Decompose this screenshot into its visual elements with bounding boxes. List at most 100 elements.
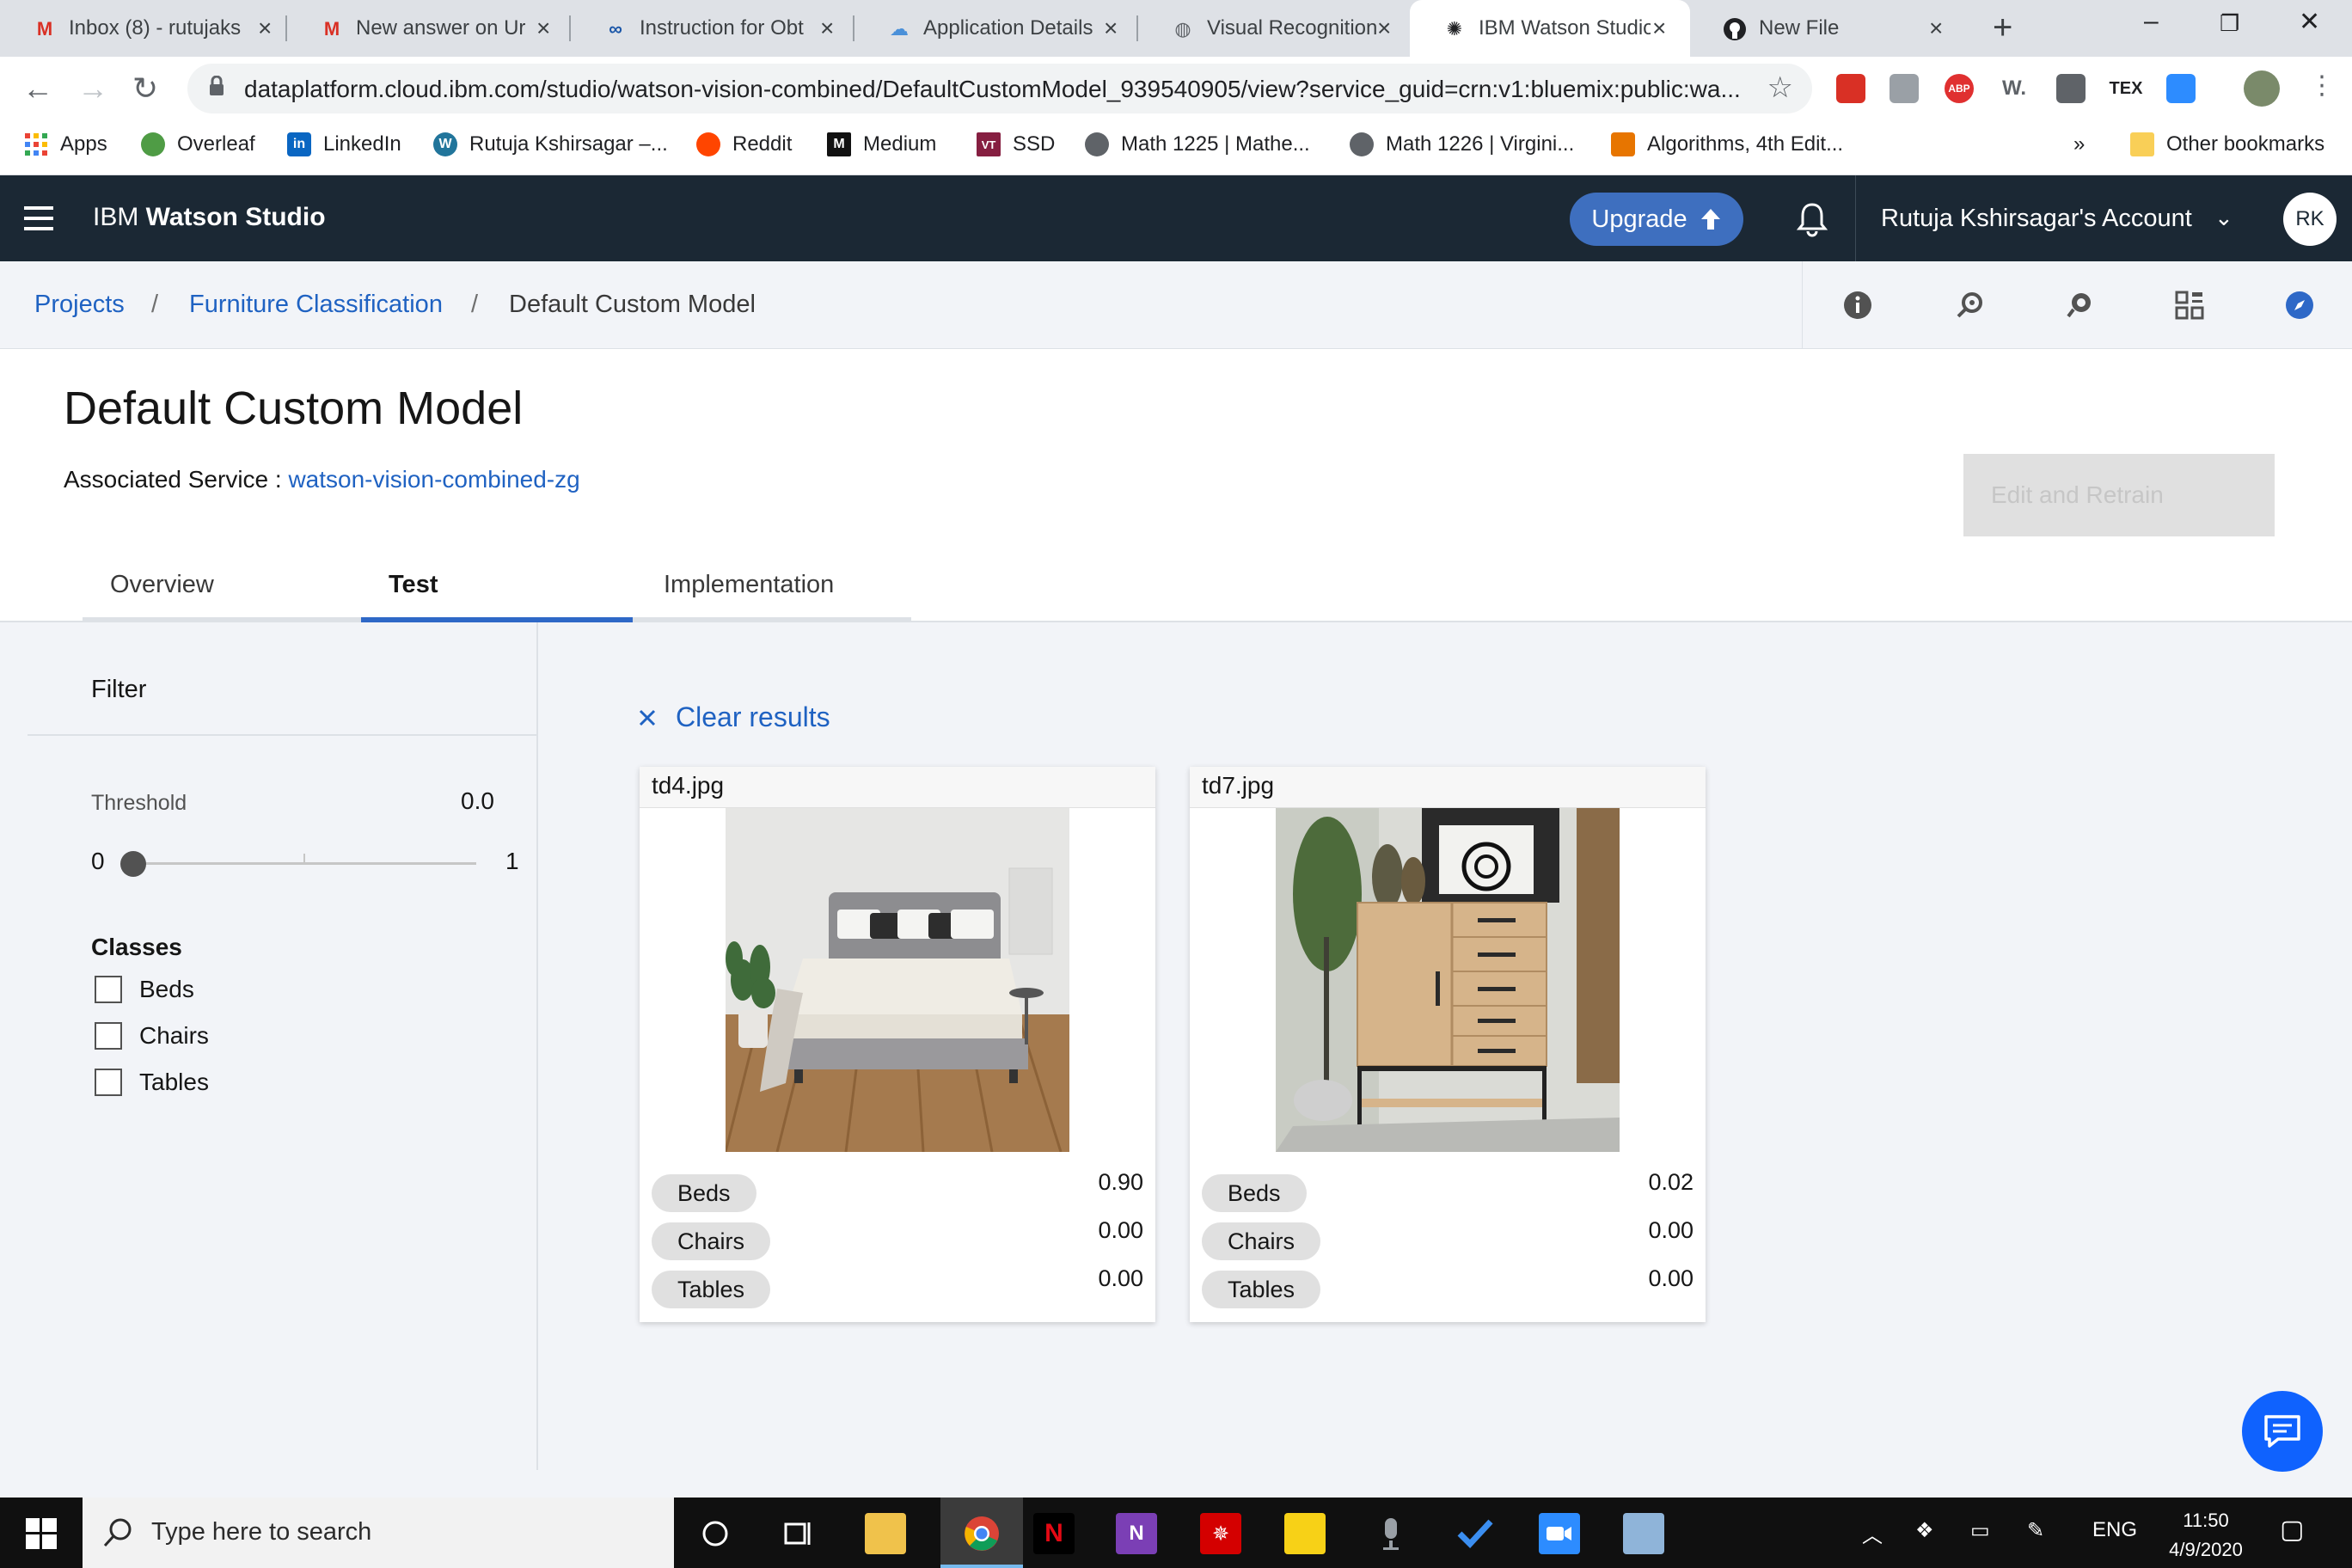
threshold-slider-track[interactable] [132,862,476,865]
wappalyzer-icon[interactable]: W. [2000,74,2029,103]
checkbox[interactable] [95,976,122,1003]
bookmark-label: Algorithms, 4th Edit... [1647,132,1844,156]
notifications-icon[interactable]: ▢ [2280,1515,2304,1545]
info-icon[interactable] [1841,289,1874,322]
checkbox[interactable] [95,1069,122,1096]
more-bookmarks-button[interactable]: » [2073,132,2085,156]
breadcrumb-projects[interactable]: Projects [34,291,125,319]
adblock-icon[interactable]: ABP [1945,74,1974,103]
close-window-icon[interactable]: ✕ [2299,7,2320,37]
checkbox[interactable] [95,1022,122,1050]
zoom-ext-icon[interactable] [2166,74,2196,103]
browser-tab-new-file[interactable]: New File × [1690,0,1969,57]
threshold-value[interactable]: 0.0 [461,787,494,815]
hamburger-menu-icon[interactable] [24,206,53,230]
chevron-down-icon[interactable]: ⌄ [2214,205,2233,231]
voice-recorder-icon[interactable] [1370,1513,1412,1554]
tab-overview[interactable]: Overview [83,547,361,622]
browser-tab-application-details[interactable]: ☁ Application Details × [854,0,1138,57]
close-tab-icon[interactable]: × [536,15,550,42]
chrome-icon[interactable] [961,1513,1002,1554]
class-filter-chairs[interactable]: Chairs [95,1021,209,1050]
associated-service-link[interactable]: watson-vision-combined-zg [288,466,579,493]
tab-test[interactable]: Test [361,547,633,622]
comments-icon[interactable] [2063,289,2096,322]
reload-icon[interactable]: ↻ [132,70,158,107]
browser-tab-visual-recognition[interactable]: ◍ Visual Recognition × [1138,0,1410,57]
result-card-td4: td4.jpg Beds 0.90 Chairs 0.00 Tables 0.0… [640,767,1155,1322]
class-filter-beds[interactable]: Beds [95,975,194,1004]
browser-tab-instruction[interactable]: ∞ Instruction for Obt × [571,0,854,57]
task-view-icon[interactable] [777,1513,818,1554]
account-switcher[interactable]: Rutuja Kshirsagar's Account [1881,205,2192,233]
edit-and-retrain-button[interactable]: Edit and Retrain [1963,454,2275,536]
close-tab-icon[interactable]: × [820,15,834,42]
system-clock[interactable]: 11:50 4/9/2020 [2146,1506,2266,1565]
bookmark-linkedin[interactable]: in LinkedIn [287,132,401,156]
file-explorer-icon[interactable] [865,1513,906,1554]
clear-results-button[interactable]: Clear results [638,701,830,733]
breadcrumb-furniture-classification[interactable]: Furniture Classification [189,291,443,319]
address-bar[interactable]: dataplatform.cloud.ibm.com/studio/watson… [187,64,1812,113]
close-tab-icon[interactable]: × [1652,15,1666,42]
show-hidden-icons-icon[interactable]: ︿ [1862,1518,1883,1548]
compass-icon[interactable] [2283,289,2316,322]
back-arrow-icon[interactable]: ← [22,70,53,107]
class-filter-tables[interactable]: Tables [95,1068,209,1097]
bookmark-star-icon[interactable]: ☆ [1767,70,1793,105]
bookmark-ssd[interactable]: VT SSD [977,132,1055,156]
apps-icon[interactable] [2173,289,2206,322]
profile-avatar-icon[interactable] [2244,70,2280,107]
princeton-icon [1611,132,1635,156]
windows-start-icon[interactable] [26,1518,57,1549]
pen-workspace-icon[interactable]: ✎ [2027,1518,2044,1543]
bookmark-ext-icon[interactable] [1836,74,1865,103]
terminal-ext-icon[interactable] [2056,74,2086,103]
extension-icon[interactable] [1890,74,1919,103]
zoom-icon[interactable] [1539,1513,1580,1554]
avatar[interactable]: RK [2283,193,2337,246]
upgrade-button[interactable]: Upgrade [1570,193,1743,246]
restore-window-icon[interactable]: ❐ [2220,10,2239,37]
tab-implementation[interactable]: Implementation [633,547,911,622]
history-icon[interactable] [1953,289,1986,322]
close-tab-icon[interactable]: × [1104,15,1118,42]
taskbar-search-box[interactable]: Type here to search [83,1498,674,1568]
browser-tab-new-answer[interactable]: M New answer on Ur × [287,0,571,57]
more-menu-icon[interactable]: ⋮ [2309,70,2335,101]
todo-icon[interactable] [1455,1513,1496,1554]
bookmark-medium[interactable]: M Medium [827,132,936,156]
tab-title: Inbox (8) - rutujaks [69,16,242,40]
other-bookmarks-folder[interactable]: Other bookmarks [2130,132,2324,156]
bookmark-math-1226[interactable]: Math 1226 | Virgini... [1350,132,1574,156]
language-indicator[interactable]: ENG [2092,1518,2137,1542]
close-tab-icon[interactable]: × [1377,15,1391,42]
bookmark-algorithms[interactable]: Algorithms, 4th Edit... [1611,132,1843,156]
close-tab-icon[interactable]: × [1929,15,1943,42]
chat-support-button[interactable] [2242,1391,2323,1472]
bookmark-math-1225[interactable]: Math 1225 | Mathe... [1085,132,1310,156]
browser-tab-watson-studio[interactable]: ✺ IBM Watson Studio × [1410,0,1690,57]
close-tab-icon[interactable]: × [258,15,272,42]
battery-icon[interactable]: ▭ [1970,1518,1990,1543]
paint-icon[interactable] [1623,1513,1664,1554]
threshold-slider-handle[interactable] [120,851,146,877]
onenote-icon[interactable]: N [1116,1513,1157,1554]
bookmark-rutuja-blog[interactable]: W Rutuja Kshirsagar –... [433,132,668,156]
bookmark-apps[interactable]: Apps [24,132,107,156]
browser-tab-inbox[interactable]: M Inbox (8) - rutujaks × [0,0,287,57]
netflix-icon[interactable]: N [1033,1513,1075,1554]
wolfram-icon[interactable]: ✵ [1200,1513,1241,1554]
bookmark-overleaf[interactable]: Overleaf [141,132,255,156]
dropbox-icon[interactable]: ❖ [1915,1518,1934,1543]
app-brand[interactable]: IBM Watson Studio [93,203,326,232]
minimize-window-icon[interactable]: – [2144,7,2159,36]
tex-icon[interactable]: TEX [2110,74,2143,103]
forward-arrow-icon[interactable]: → [77,70,108,107]
bookmark-reddit[interactable]: Reddit [696,132,792,156]
cortana-icon[interactable] [695,1513,736,1554]
notification-bell-icon[interactable] [1795,201,1829,237]
sticky-notes-icon[interactable] [1284,1513,1326,1554]
breadcrumb-separator: / [471,291,479,318]
new-tab-button[interactable]: + [1993,9,2012,47]
